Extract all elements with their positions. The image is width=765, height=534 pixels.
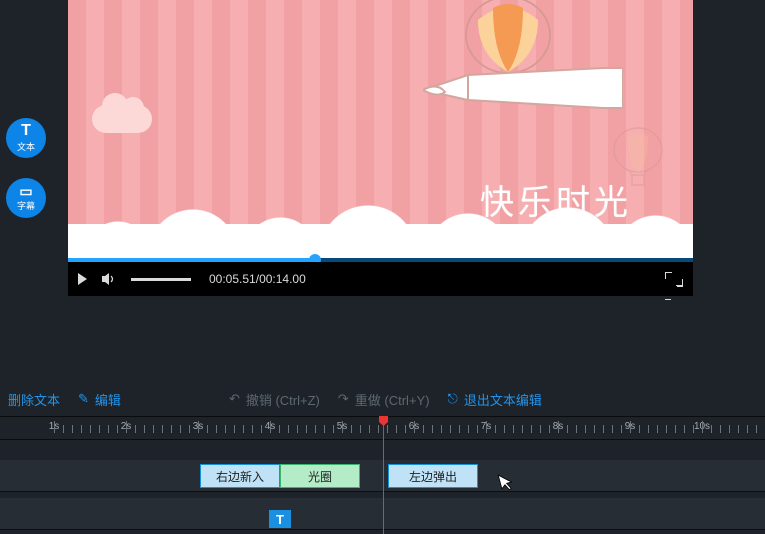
fullscreen-button[interactable]	[665, 272, 683, 286]
subtitle-tool-button[interactable]: ▭ 字幕	[6, 178, 46, 218]
text-icon: T	[21, 123, 31, 139]
sidebar: T 文本 ▭ 字幕	[6, 118, 46, 218]
redo-icon: ↷	[338, 391, 349, 407]
timeline-clip[interactable]: 左边弹出	[388, 464, 478, 488]
video-preview: 快乐时光 00:05.51/00:14.00	[68, 0, 693, 296]
redo-button[interactable]: ↷重做 (Ctrl+Y)	[338, 390, 430, 409]
text-tool-button[interactable]: T 文本	[6, 118, 46, 158]
edit-toolbar: 删除文本 ✎编辑 ↶撤销 (Ctrl+Z) ↷重做 (Ctrl+Y) ⎋退出文本…	[0, 384, 765, 414]
edit-button[interactable]: ✎编辑	[78, 390, 121, 409]
text-tool-label: 文本	[17, 140, 35, 153]
timeline-clip[interactable]: 光圈	[280, 464, 360, 488]
edit-icon: ✎	[78, 391, 89, 407]
delete-text-button[interactable]: 删除文本	[8, 390, 60, 409]
player-controls: 00:05.51/00:14.00	[68, 262, 693, 296]
undo-button[interactable]: ↶撤销 (Ctrl+Z)	[229, 390, 320, 409]
balloon-decoration	[423, 0, 623, 170]
volume-button[interactable]	[101, 272, 117, 286]
play-button[interactable]	[78, 273, 87, 285]
timecode-display: 00:05.51/00:14.00	[209, 272, 306, 286]
undo-icon: ↶	[229, 391, 240, 407]
subtitle-icon: ▭	[19, 184, 32, 198]
subtitle-tool-label: 字幕	[17, 199, 35, 212]
playhead[interactable]	[383, 416, 384, 534]
exit-icon: ⎋	[448, 391, 458, 407]
volume-slider[interactable]	[131, 278, 191, 281]
timeline-clip[interactable]: 右边新入	[200, 464, 280, 488]
cloud-decoration	[92, 105, 152, 133]
text-marker[interactable]: T	[269, 510, 291, 528]
exit-text-edit-button[interactable]: ⎋退出文本编辑	[448, 390, 542, 409]
